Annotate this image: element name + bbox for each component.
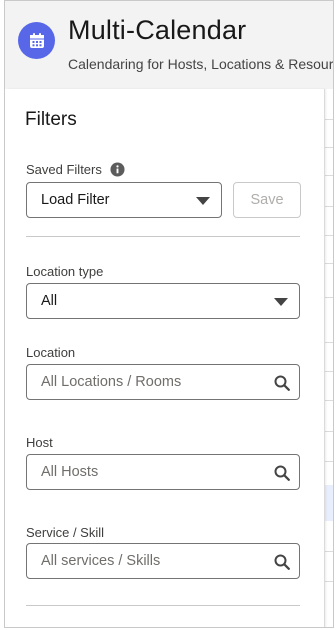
app-title: Multi-Calendar: [68, 15, 247, 45]
app-frame: Multi-Calendar Calendaring for Hosts, Lo…: [4, 0, 334, 628]
save-filter-button[interactable]: Save: [233, 182, 301, 218]
location-search-input[interactable]: All Locations / Rooms: [26, 364, 300, 400]
app-header: Multi-Calendar Calendaring for Hosts, Lo…: [5, 1, 334, 89]
host-search-input[interactable]: All Hosts: [26, 454, 300, 490]
filters-panel: Filters Saved Filters Load Filter Save L…: [7, 89, 325, 627]
saved-filters-value: Load Filter: [41, 192, 110, 208]
location-type-label: Location type: [26, 264, 104, 279]
location-type-select[interactable]: All: [26, 283, 300, 319]
chevron-down-icon: [196, 197, 210, 205]
service-skill-search-input[interactable]: All services / Skills: [26, 543, 300, 579]
search-icon: [274, 375, 290, 391]
chevron-down-icon: [274, 298, 288, 306]
host-label: Host: [26, 435, 53, 450]
search-icon: [274, 554, 290, 570]
saved-filters-label: Saved Filters: [26, 162, 102, 177]
calendar-icon: [18, 22, 55, 59]
saved-filters-select[interactable]: Load Filter: [26, 182, 222, 218]
info-icon[interactable]: [110, 162, 125, 177]
service-skill-label: Service / Skill: [26, 525, 105, 540]
filters-title: Filters: [25, 109, 77, 130]
location-label: Location: [26, 345, 76, 360]
app-subtitle: Calendaring for Hosts, Locations & Resou…: [68, 56, 334, 72]
service-skill-placeholder: All services / Skills: [41, 553, 161, 569]
location-type-value: All: [41, 293, 58, 309]
location-placeholder: All Locations / Rooms: [41, 374, 182, 390]
host-placeholder: All Hosts: [41, 464, 99, 480]
divider: [26, 605, 300, 606]
divider: [26, 236, 300, 237]
search-icon: [274, 465, 290, 481]
